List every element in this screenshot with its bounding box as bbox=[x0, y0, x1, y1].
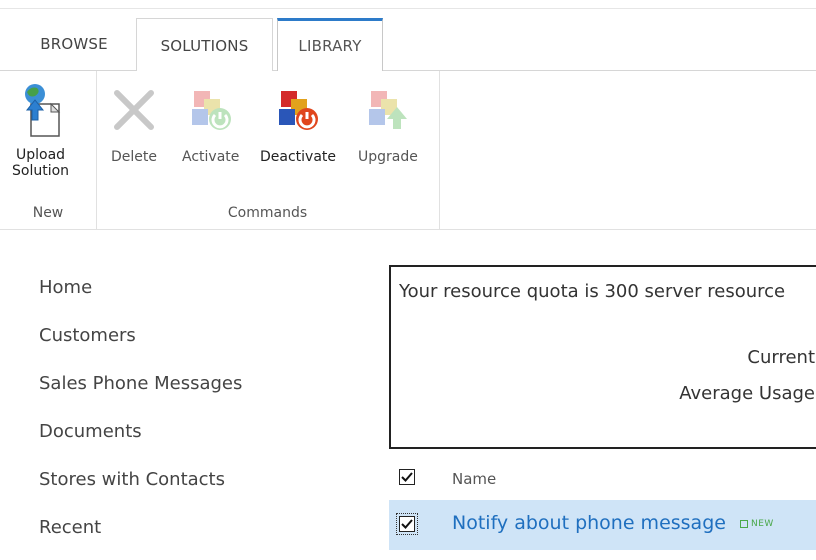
ribbon-divider bbox=[0, 229, 816, 230]
nav-item-customers[interactable]: Customers bbox=[39, 320, 242, 368]
delete-button[interactable]: Delete bbox=[106, 79, 162, 165]
quota-average-usage-label: Average Usage bbox=[679, 383, 815, 404]
upload-solution-button[interactable]: Upload Solution bbox=[12, 79, 69, 179]
quota-current-label: Current bbox=[747, 347, 815, 368]
new-badge-label: NEW bbox=[751, 518, 774, 529]
deactivate-label: Deactivate bbox=[260, 149, 337, 165]
resource-quota-panel: Your resource quota is 300 server resour… bbox=[389, 265, 816, 449]
row-checkbox[interactable] bbox=[396, 513, 418, 535]
ribbon-tabs: BROWSE SOLUTIONS LIBRARY bbox=[0, 18, 816, 72]
list-header: Name bbox=[389, 460, 816, 498]
nav-item-sales-phone-messages[interactable]: Sales Phone Messages bbox=[39, 368, 242, 416]
group-label-commands: Commands bbox=[227, 205, 308, 221]
table-row[interactable]: Notify about phone message NEW bbox=[389, 500, 816, 550]
ribbon-group-new: Upload Solution New bbox=[0, 71, 97, 229]
deactivate-button[interactable]: Deactivate bbox=[260, 79, 336, 165]
solution-name: Notify about phone message bbox=[452, 512, 726, 534]
quota-text: Your resource quota is 300 server resour… bbox=[399, 281, 786, 302]
delete-label: Delete bbox=[111, 149, 157, 165]
upgrade-icon bbox=[360, 79, 416, 141]
ribbon-group-commands: Delete Activate Deactivate Upgrade Comma… bbox=[96, 71, 440, 229]
deactivate-icon bbox=[270, 79, 326, 141]
nav-item-documents[interactable]: Documents bbox=[39, 416, 242, 464]
ribbon: Upload Solution New Delete Activate Deac… bbox=[0, 71, 816, 231]
checkmark-icon bbox=[401, 472, 413, 482]
activate-label: Activate bbox=[182, 149, 240, 165]
group-label-new: New bbox=[32, 205, 64, 221]
nav-item-recent[interactable]: Recent bbox=[39, 512, 242, 560]
activate-button[interactable]: Activate bbox=[182, 79, 239, 165]
upgrade-label: Upgrade bbox=[358, 149, 418, 165]
new-badge-icon bbox=[740, 519, 748, 528]
tab-solutions[interactable]: SOLUTIONS bbox=[136, 18, 273, 72]
new-badge: NEW bbox=[740, 519, 774, 529]
tab-browse[interactable]: BROWSE bbox=[20, 18, 128, 70]
upload-solution-label: Upload Solution bbox=[12, 147, 70, 179]
delete-icon bbox=[106, 79, 162, 141]
tab-library[interactable]: LIBRARY bbox=[277, 18, 383, 71]
nav-item-stores-with-contacts[interactable]: Stores with Contacts bbox=[39, 464, 242, 512]
nav-item-home[interactable]: Home bbox=[39, 272, 242, 320]
select-all-checkbox[interactable] bbox=[399, 469, 415, 485]
solution-name-link[interactable]: Notify about phone message NEW bbox=[452, 512, 774, 534]
quick-launch-nav: Home Customers Sales Phone Messages Docu… bbox=[39, 272, 242, 560]
upgrade-button[interactable]: Upgrade bbox=[358, 79, 418, 165]
checkmark-icon bbox=[401, 519, 413, 529]
upload-solution-icon bbox=[13, 79, 69, 141]
top-strip bbox=[0, 0, 816, 9]
activate-icon bbox=[183, 79, 239, 141]
column-header-name[interactable]: Name bbox=[452, 470, 496, 488]
